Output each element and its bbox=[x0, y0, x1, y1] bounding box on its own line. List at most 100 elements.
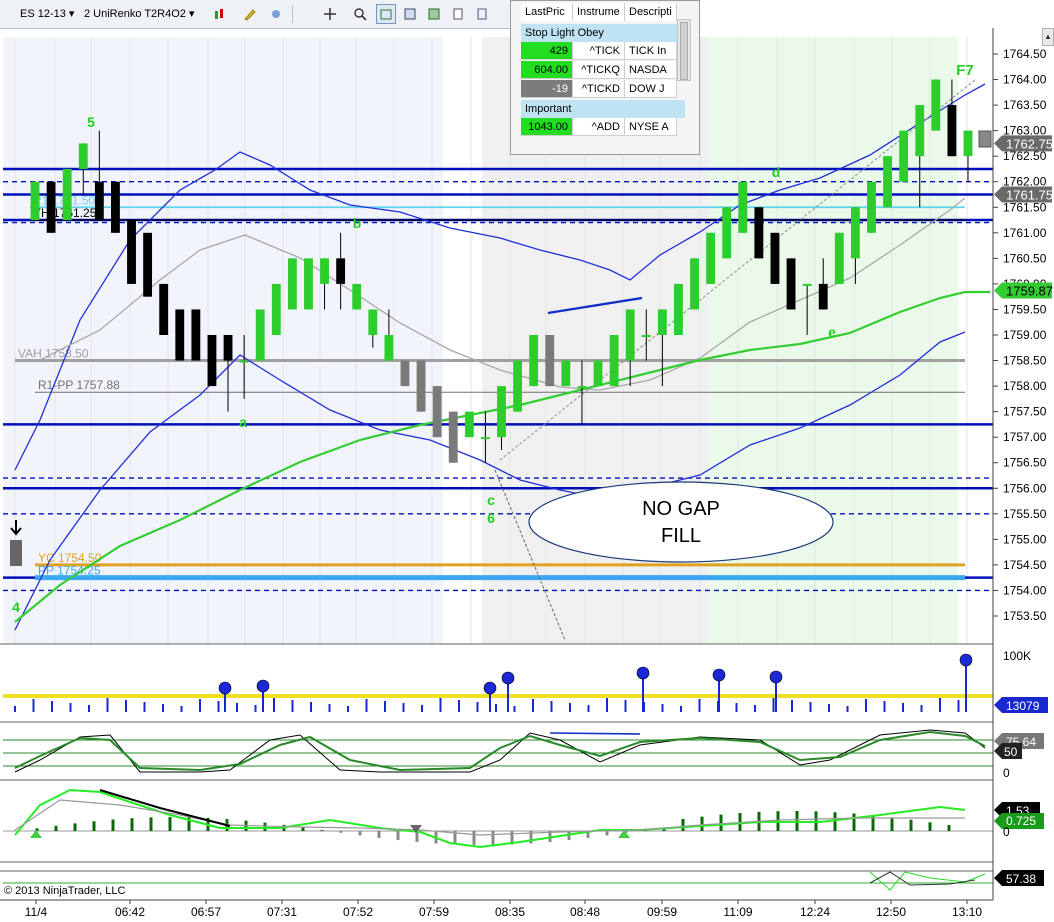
candle-body bbox=[883, 156, 892, 208]
candle-body bbox=[30, 181, 40, 221]
stoch-trend-line bbox=[549, 732, 641, 735]
time-tick-label: 08:35 bbox=[495, 905, 525, 919]
swing-label: b bbox=[353, 215, 362, 231]
candle-body bbox=[513, 360, 523, 412]
candle-body bbox=[320, 258, 329, 284]
time-tick-label: 11/4 bbox=[25, 905, 48, 919]
candle-body bbox=[432, 386, 442, 438]
candle-body bbox=[802, 283, 812, 286]
candle-body bbox=[62, 168, 72, 221]
candle-body bbox=[915, 105, 925, 157]
candle-body bbox=[625, 309, 635, 361]
candle-body bbox=[722, 207, 732, 259]
price-marker-label: 1762.75 bbox=[1006, 136, 1053, 151]
price-tick-label: 1757.50 bbox=[1003, 405, 1047, 419]
candle-body bbox=[706, 232, 716, 284]
description-cell: NASDA bbox=[625, 61, 677, 79]
candle-body bbox=[223, 335, 233, 361]
description-cell: NYSE A bbox=[625, 118, 677, 136]
group-header: Important bbox=[521, 100, 685, 118]
candle-body bbox=[867, 181, 876, 233]
description-cell: TICK In bbox=[625, 42, 677, 60]
candle-body bbox=[336, 258, 346, 284]
candle-body bbox=[674, 283, 683, 335]
price-tick-label: 1754.50 bbox=[1003, 558, 1047, 572]
market-watch-scrollbar[interactable] bbox=[677, 19, 691, 81]
candle-body bbox=[111, 181, 120, 233]
stochastic-d bbox=[14, 730, 986, 772]
candle-body bbox=[416, 360, 426, 412]
candle-body bbox=[850, 207, 860, 259]
draw-marker bbox=[10, 540, 22, 566]
price-tick-label: 1755.50 bbox=[1003, 507, 1047, 521]
price-tick-label: 1758.00 bbox=[1003, 379, 1047, 393]
candle-body bbox=[384, 335, 394, 361]
macd-signal-label: 0.725 bbox=[1006, 814, 1036, 828]
price-tick-label: 1754.00 bbox=[1003, 583, 1047, 597]
candle-body bbox=[899, 130, 909, 182]
description-cell: DOW J bbox=[625, 80, 677, 98]
candle-body bbox=[480, 437, 490, 440]
time-tick-label: 12:24 bbox=[800, 905, 830, 919]
candle-body bbox=[497, 386, 506, 438]
price-tick-label: 1759.50 bbox=[1003, 302, 1047, 316]
price-tick-label: 1757.00 bbox=[1003, 430, 1047, 444]
volume-spike-marker bbox=[712, 668, 726, 682]
time-tick-label: 08:48 bbox=[570, 905, 600, 919]
candle-body bbox=[255, 309, 265, 361]
candle-body bbox=[191, 309, 201, 361]
macd-signal bbox=[14, 799, 965, 836]
volume-spike-marker bbox=[769, 670, 783, 684]
column-header-last-price[interactable]: LastPric bbox=[521, 3, 573, 21]
price-tick-label: 1758.50 bbox=[1003, 354, 1047, 368]
candle-body bbox=[127, 220, 136, 284]
candle-body bbox=[239, 360, 249, 363]
candle-body bbox=[947, 105, 957, 157]
candle-body bbox=[368, 309, 378, 335]
volume-scale-label: 100K bbox=[1003, 649, 1031, 663]
price-tick-label: 1756.00 bbox=[1003, 481, 1047, 495]
scrollbar-thumb[interactable] bbox=[680, 22, 688, 80]
candle-body bbox=[78, 143, 88, 169]
price-tick-label: 1763.50 bbox=[1003, 98, 1047, 112]
candle-body bbox=[287, 258, 297, 310]
candle-body bbox=[657, 309, 667, 335]
market-watch-window[interactable]: LastPric Instrume Descripti Stop Light O… bbox=[510, 0, 700, 155]
price-marker-label: 1759.87 bbox=[1006, 284, 1053, 299]
candle-body bbox=[738, 181, 748, 233]
volume-spike-marker bbox=[959, 653, 973, 667]
candle-body bbox=[143, 232, 153, 297]
callout-bubble bbox=[528, 481, 834, 563]
time-tick-label: 07:59 bbox=[419, 905, 449, 919]
volume-spike-marker bbox=[501, 671, 515, 685]
instrument-cell: ^TICKQ bbox=[573, 61, 625, 79]
candle-body bbox=[207, 335, 217, 387]
stoch-mid-label: 50 bbox=[1004, 745, 1018, 759]
instrument-cell: ^ADD bbox=[573, 118, 625, 136]
price-tick-label: 1764.00 bbox=[1003, 73, 1047, 87]
volume-spike-marker bbox=[256, 679, 270, 693]
copyright-text: © 2013 NinjaTrader, LLC bbox=[4, 885, 125, 897]
candle-body bbox=[352, 283, 362, 310]
volume-spike-marker bbox=[218, 681, 232, 695]
column-header-instrument[interactable]: Instrume bbox=[573, 3, 625, 21]
instrument-cell: ^TICK bbox=[573, 42, 625, 60]
swing-label: 5 bbox=[87, 114, 95, 130]
volume-spike-marker bbox=[483, 681, 497, 695]
candle-body bbox=[400, 360, 410, 387]
macd-line-segment bbox=[99, 789, 231, 827]
instrument-cell: ^TICKD bbox=[573, 80, 625, 98]
volume-spike-marker bbox=[636, 666, 650, 680]
time-tick-label: 11:09 bbox=[723, 905, 752, 919]
candle-body bbox=[545, 335, 555, 387]
time-tick-label: 09:59 bbox=[647, 905, 677, 919]
time-tick-label: 06:42 bbox=[115, 905, 145, 919]
swing-label: F7 bbox=[956, 62, 974, 79]
last-price-cell: -19 bbox=[521, 80, 573, 98]
candle-body bbox=[159, 283, 169, 335]
candle-body bbox=[271, 283, 281, 335]
candle-body bbox=[690, 258, 699, 310]
swing-label: 4 bbox=[12, 599, 20, 615]
column-header-description[interactable]: Descripti bbox=[625, 3, 677, 21]
price-tick-label: 1753.50 bbox=[1003, 609, 1047, 623]
